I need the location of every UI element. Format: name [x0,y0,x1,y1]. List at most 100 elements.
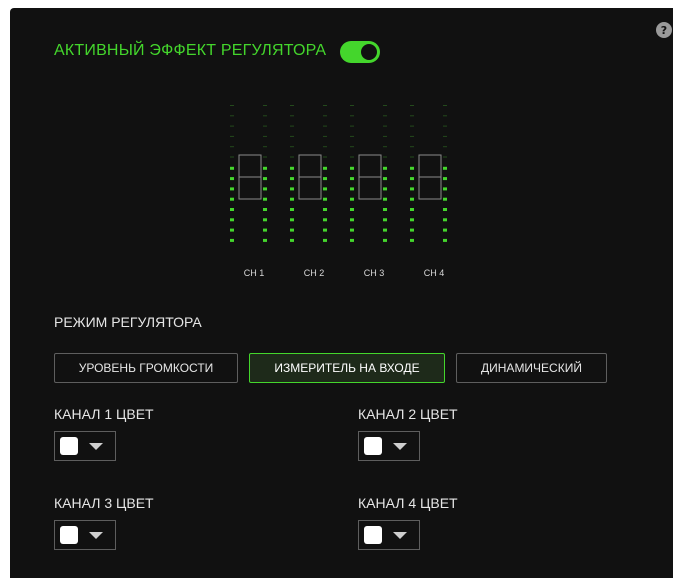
eq-dot [443,228,447,232]
eq-dot [323,105,327,106]
eq-dot [410,146,414,148]
input-meter-button[interactable]: ИЗМЕРИТЕЛЬ НА ВХОДЕ [249,353,445,383]
eq-dot [323,187,327,191]
eq-dot [443,125,447,127]
eq-dot [383,228,387,232]
eq-dot [263,187,267,191]
eq-dot [323,135,327,137]
eq-dot [323,197,327,201]
eq-dot [263,146,267,148]
active-effect-toggle[interactable] [340,41,380,63]
eq-dot [230,146,234,148]
channel-2-color-picker[interactable] [358,431,420,461]
eq-dot [443,105,447,106]
channel-4-label: CH 4 [423,268,445,278]
eq-dot [230,208,234,211]
eq-dot [383,135,387,137]
eq-dot [383,105,387,106]
eq-dot [323,156,327,158]
eq-dot [230,177,234,181]
eq-dot [410,166,414,170]
channel-2-color-swatch [364,437,382,455]
channel-1-label: CH 1 [243,268,265,278]
eq-dot [263,238,267,242]
eq-dot [263,125,267,127]
eq-dot [443,177,447,181]
eq-dot [350,105,354,106]
channel-3-color-picker[interactable] [54,520,116,550]
eq-dot [263,166,267,170]
settings-panel [10,8,673,578]
eq-dot [323,166,327,170]
eq-dot [263,115,267,117]
eq-dot [263,228,267,232]
eq-dot [230,135,234,137]
volume-level-button[interactable]: УРОВЕНЬ ГРОМКОСТИ [54,353,238,383]
eq-dot [443,156,447,158]
eq-dot [410,187,414,191]
equalizer-preview: CH 1 CH 2 CH 3 CH 4 [220,95,470,290]
eq-dot [383,197,387,201]
eq-dot [410,135,414,137]
channel-3-color-swatch [60,526,78,544]
channel-4-color-picker[interactable] [358,520,420,550]
eq-dot [290,177,294,181]
eq-dot [230,166,234,170]
eq-dot [443,115,447,117]
eq-dot [350,166,354,170]
eq-dot [230,187,234,191]
eq-dot [290,135,294,137]
help-icon[interactable]: ? [656,22,672,38]
eq-dot [230,218,234,222]
dynamic-button[interactable]: ДИНАМИЧЕСКИЙ [456,353,607,383]
toggle-knob [361,44,377,60]
eq-dot [383,177,387,181]
eq-dot [323,228,327,232]
eq-dot [410,208,414,211]
eq-dot [290,125,294,127]
eq-dot [410,125,414,127]
eq-dot [323,208,327,211]
chevron-down-icon [89,443,103,450]
eq-dot [290,156,294,158]
eq-dot [290,228,294,232]
channel-4-color-label: КАНАЛ 4 ЦВЕТ [358,495,458,511]
channel-3-label: CH 3 [363,268,385,278]
eq-dot [383,238,387,242]
channel-1-color-picker[interactable] [54,431,116,461]
eq-dot [290,208,294,211]
chevron-down-icon [393,532,407,539]
eq-dot [323,115,327,117]
eq-dot [350,146,354,148]
eq-dot [230,125,234,127]
chevron-down-icon [89,532,103,539]
eq-dot [410,218,414,222]
eq-dot [350,115,354,117]
equalizer-graphic [230,105,447,242]
eq-dot [443,238,447,242]
eq-dot [290,187,294,191]
eq-dot [410,156,414,158]
eq-dot [443,146,447,148]
eq-dot [443,218,447,222]
channel-2-label: CH 2 [303,268,325,278]
eq-dot [383,125,387,127]
eq-dot [350,187,354,191]
eq-dot [290,218,294,222]
eq-dot [263,197,267,201]
channel-3-color-label: КАНАЛ 3 ЦВЕТ [54,495,154,511]
eq-dot [350,156,354,158]
eq-dot [230,105,234,106]
eq-dot [383,146,387,148]
eq-dot [323,125,327,127]
eq-dot [290,115,294,117]
eq-dot [410,197,414,201]
eq-dot [263,135,267,137]
eq-dot [323,177,327,181]
eq-dot [350,177,354,181]
eq-dot [263,208,267,211]
eq-dot [230,228,234,232]
eq-dot [443,187,447,191]
channel-1-color-label: КАНАЛ 1 ЦВЕТ [54,406,154,422]
eq-dot [350,125,354,127]
